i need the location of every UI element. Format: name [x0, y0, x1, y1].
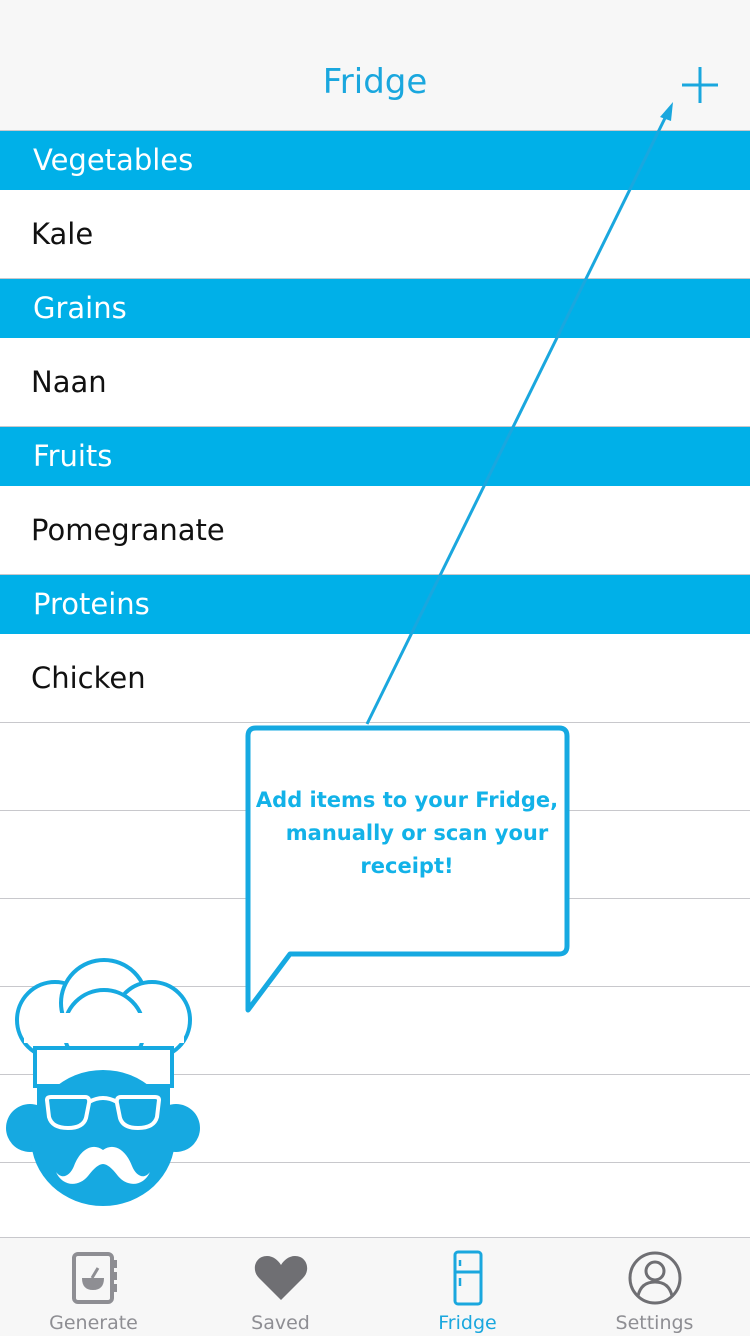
page-title: Fridge — [322, 62, 428, 102]
empty-row — [0, 1075, 750, 1163]
tab-label: Settings — [615, 1312, 694, 1334]
tooltip-text: Add items to your Fridge, manually or sc… — [252, 784, 562, 883]
section-header-proteins: Proteins — [0, 575, 750, 634]
person-icon — [628, 1251, 681, 1305]
tooltip-line: receipt! — [360, 854, 454, 878]
tooltip-line: manually or scan your — [285, 821, 549, 845]
tab-label: Saved — [251, 1312, 310, 1334]
tab-label: Generate — [49, 1312, 138, 1334]
plus-icon — [682, 67, 718, 103]
tab-label: Fridge — [438, 1312, 497, 1334]
list-item[interactable]: Pomegranate — [0, 486, 750, 575]
add-item-button[interactable] — [672, 60, 728, 110]
empty-row — [0, 899, 750, 987]
tab-settings[interactable]: Settings — [561, 1238, 748, 1336]
heart-icon — [254, 1256, 307, 1300]
list-item[interactable]: Naan — [0, 338, 750, 427]
cookbook-icon — [71, 1252, 117, 1304]
nav-bar: Fridge — [0, 0, 750, 131]
tab-fridge[interactable]: Fridge — [374, 1238, 561, 1336]
section-header-grains: Grains — [0, 279, 750, 338]
tooltip-line: Add items to your Fridge, — [255, 788, 559, 812]
tab-generate[interactable]: Generate — [0, 1238, 187, 1336]
tab-saved[interactable]: Saved — [187, 1238, 374, 1336]
fridge-icon — [453, 1250, 482, 1306]
fridge-list: Vegetables Kale Grains Naan Fruits Pomeg… — [0, 131, 750, 1251]
list-item[interactable]: Kale — [0, 190, 750, 279]
empty-row — [0, 987, 750, 1075]
tab-bar: Generate Saved Fridge Settings — [0, 1237, 750, 1336]
section-header-fruits: Fruits — [0, 427, 750, 486]
list-item[interactable]: Chicken — [0, 634, 750, 723]
section-header-vegetables: Vegetables — [0, 131, 750, 190]
